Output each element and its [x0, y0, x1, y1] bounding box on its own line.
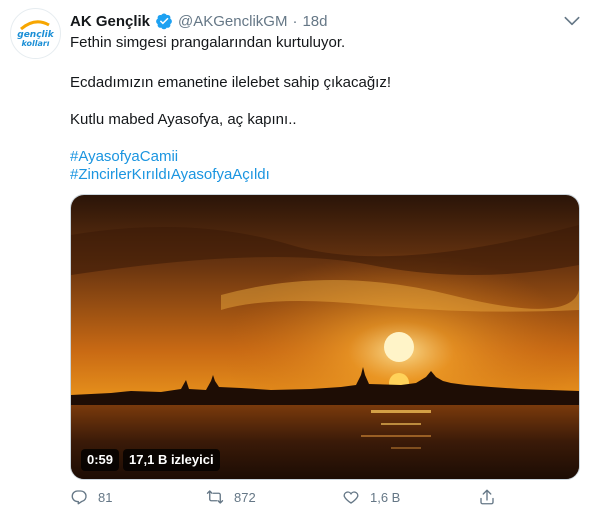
hashtag-ayasofya-camii[interactable]: #AyasofyaCamii: [70, 147, 178, 167]
ak-genclik-logo: gençlik kolları: [11, 9, 60, 58]
share-button[interactable]: [478, 488, 506, 506]
reply-count: 81: [98, 489, 113, 505]
svg-text:kolları: kolları: [21, 39, 49, 48]
like-button[interactable]: 1,6 B: [342, 488, 400, 506]
hashtag-zincirler-kirildi[interactable]: #ZincirlerKırıldıAyasofyaAçıldı: [70, 165, 270, 185]
avatar[interactable]: gençlik kolları: [10, 8, 61, 59]
tweet-text-line-3: Kutlu mabed Ayasofya, aç kapını..: [70, 111, 297, 128]
verified-badge-icon: [156, 13, 172, 30]
video-player[interactable]: 0:59 17,1 B izleyici: [70, 194, 580, 480]
tweet[interactable]: gençlik kolları AK Gençlik @AKGenclikGM …: [0, 0, 596, 515]
author-name[interactable]: AK Gençlik: [70, 13, 150, 30]
video-duration: 0:59: [81, 449, 120, 471]
reply-button[interactable]: 81: [70, 488, 112, 506]
video-info-badges: 0:59 17,1 B izleyici: [81, 449, 220, 471]
reply-icon: [71, 490, 87, 505]
tweet-header: AK Gençlik @AKGenclikGM · 18d: [70, 11, 327, 31]
like-icon: [343, 491, 359, 504]
share-icon: [480, 489, 494, 505]
tweet-actions: 81 872 1,6 B: [70, 488, 580, 510]
tweet-text-line-2: Ecdadımızın emanetine ilelebet sahip çık…: [70, 74, 392, 91]
retweet-icon: [206, 490, 224, 504]
author-handle[interactable]: @AKGenclikGM: [178, 13, 287, 30]
tweet-timestamp[interactable]: 18d: [302, 13, 327, 30]
tweet-text-line-1: Fethin simgesi prangalarından kurtuluyor…: [70, 34, 346, 51]
video-thumbnail: [71, 195, 579, 479]
retweet-count: 872: [234, 489, 256, 505]
video-view-count: 17,1 B izleyici: [123, 449, 220, 471]
like-count: 1,6 B: [370, 489, 401, 505]
separator-dot: ·: [292, 12, 298, 30]
retweet-button[interactable]: 872: [206, 488, 256, 506]
more-icon[interactable]: [562, 11, 582, 31]
